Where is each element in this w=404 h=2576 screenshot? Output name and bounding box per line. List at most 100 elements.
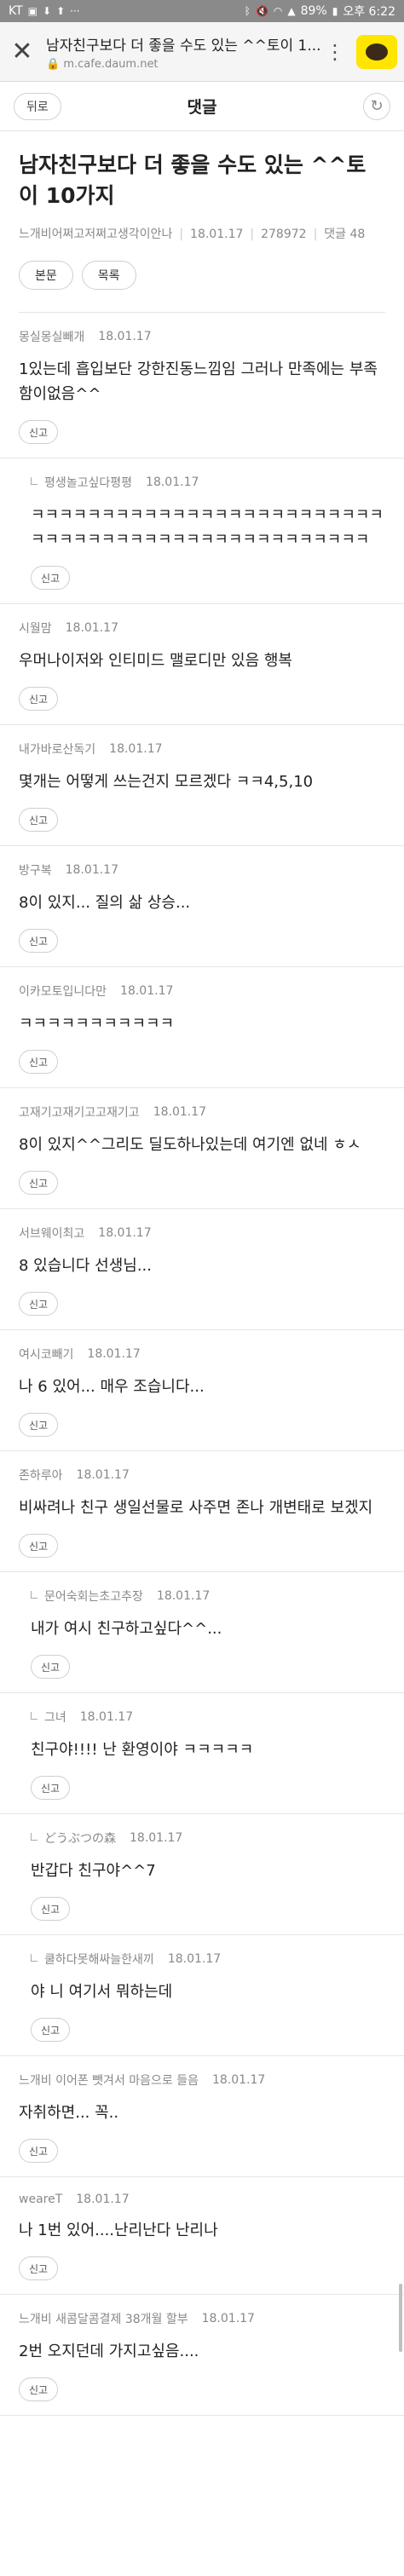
report-button[interactable]: 신고: [19, 2139, 58, 2163]
mute-icon: 🔇: [255, 5, 268, 17]
comment-date: 18.01.17: [146, 475, 199, 489]
carrier-label: KT: [9, 4, 23, 18]
comment-item: 이카모토입니다만 18.01.17 ㅋㅋㅋㅋㅋㅋㅋㅋㅋㅋㅋ 신고: [0, 967, 404, 1088]
comment-date: 18.01.17: [130, 1831, 183, 1845]
comment-date: 18.01.17: [65, 621, 118, 635]
report-button[interactable]: 신고: [19, 420, 58, 444]
signal-icon: ▲: [287, 5, 296, 17]
comment-meta: 이카모토입니다만 18.01.17: [19, 983, 385, 1000]
comment-item: 내가바로산독기 18.01.17 몇개는 어떻게 쓰는건지 모르겠다 ㅋㅋ4,5,1…: [0, 725, 404, 846]
report-button[interactable]: 신고: [19, 687, 58, 711]
comment-body: 8이 있지^^그리도 딜도하나있는데 여기엔 없네 ㅎㅅ: [19, 1136, 361, 1154]
post-meta: 느개비어쩌고저쩌고생각이안나 | 18.01.17 | 278972 | 댓글 48: [19, 228, 366, 241]
reply-arrow-icon: [31, 476, 38, 485]
report-button[interactable]: 신고: [19, 1292, 58, 1316]
comment-meta: 서브웨이최고 18.01.17: [19, 1225, 385, 1242]
browser-url-bar: ✕ 남자친구보다 더 좋을 수도 있는 ^^토이 1... 🔒 m.cafe.d…: [0, 22, 404, 82]
comment-body: 자취하면... 꼭..: [19, 2104, 119, 2122]
comment-author: 쿨하다못해싸늘한새끼: [44, 1953, 154, 1967]
comment-author: 평생놀고싶다평평: [44, 476, 133, 490]
reply-arrow-icon: [31, 1711, 38, 1720]
reply-comment: 그녀 18.01.17 친구야!!!! 난 환영이야 ㅋㅋㅋㅋㅋ 신고: [0, 1693, 404, 1814]
report-button[interactable]: 신고: [19, 2377, 58, 2401]
page-tab-title: 남자친구보다 더 좋을 수도 있는 ^^토이 1...: [46, 37, 321, 55]
comment-date: 18.01.17: [76, 2193, 130, 2206]
comment-date: 18.01.17: [212, 2073, 266, 2087]
url-field[interactable]: 남자친구보다 더 좋을 수도 있는 ^^토이 1... 🔒 m.cafe.dau…: [41, 33, 322, 71]
comment-meta: 존하루아 18.01.17: [19, 1467, 385, 1484]
comment-author: 내가바로산독기: [19, 743, 96, 757]
status-bar: KT ▣ ⬇ ⬆ ··· ᛒ 🔇 ◠ ▲ 89% ▮ 오후 6:22: [0, 0, 404, 22]
wifi-icon: ◠: [273, 5, 283, 17]
comment-author: 그녀: [44, 1711, 66, 1725]
comment-meta: 여시코빼기 18.01.17: [19, 1346, 385, 1363]
comment-date: 18.01.17: [120, 984, 174, 998]
list-button[interactable]: 목록: [81, 261, 136, 290]
reply-comment: どうぶつの森 18.01.17 반갑다 친구야^^7 신고: [0, 1814, 404, 1935]
report-button[interactable]: 신고: [19, 1050, 58, 1074]
comment-author: 여시코빼기: [19, 1348, 74, 1362]
post-views: 278972: [261, 228, 307, 241]
report-button[interactable]: 신고: [19, 1171, 58, 1195]
comment-meta: 고재기고재기고고재기고 18.01.17: [19, 1104, 385, 1121]
report-button[interactable]: 신고: [31, 566, 70, 590]
reply-arrow-icon: [31, 1590, 38, 1599]
comment-body: 8이 있지... 질의 삶 상승...: [19, 894, 191, 912]
bluetooth-icon: ᛒ: [244, 5, 251, 17]
close-icon[interactable]: ✕: [3, 33, 41, 71]
comment-date: 18.01.17: [109, 742, 163, 756]
comment-date: 18.01.17: [87, 1347, 141, 1361]
report-button[interactable]: 신고: [31, 1776, 70, 1800]
comment-list: 몽실몽실빼개 18.01.17 1있는데 흡입보단 강한진동느낌임 그러나 만족에는…: [0, 313, 404, 2416]
comment-meta: 느개비 새콤달콤결제 38개월 할부 18.01.17: [19, 2310, 385, 2327]
download-icon: ⬇: [43, 5, 52, 17]
post-date: 18.01.17: [190, 228, 244, 241]
battery-level: 89%: [300, 4, 327, 18]
kebab-icon[interactable]: ⋮: [322, 40, 348, 64]
reply-comment: 평생놀고싶다평평 18.01.17 ㅋㅋㅋㅋㅋㅋㅋㅋㅋㅋㅋㅋㅋㅋㅋㅋㅋㅋㅋㅋㅋㅋㅋㅋ…: [0, 458, 404, 604]
comment-body: 친구야!!!! 난 환영이야 ㅋㅋㅋㅋㅋ: [31, 1741, 254, 1759]
comment-item: 여시코빼기 18.01.17 나 6 있어... 매우 조습니다... 신고: [0, 1330, 404, 1451]
comment-author: 문어숙회는초고추장: [44, 1590, 143, 1604]
comment-date: 18.01.17: [98, 330, 152, 343]
comment-meta: 몽실몽실빼개 18.01.17: [19, 328, 385, 345]
report-button[interactable]: 신고: [19, 1413, 58, 1437]
comment-body: 나 6 있어... 매우 조습니다...: [19, 1378, 205, 1396]
comment-meta: 쿨하다못해싸늘한새끼 18.01.17: [31, 1951, 385, 1968]
view-body-button[interactable]: 본문: [19, 261, 73, 290]
comment-body: 비싸려나 친구 생일선물로 사주면 존나 개변태로 보겠지: [19, 1499, 373, 1517]
comment-item: 몽실몽실빼개 18.01.17 1있는데 흡입보단 강한진동느낌임 그러나 만족에는…: [0, 313, 404, 458]
kakaotalk-icon[interactable]: [356, 34, 397, 69]
comment-author: 방구복: [19, 864, 52, 878]
more-notifications-icon: ···: [70, 5, 80, 17]
comment-author: 이카모토입니다만: [19, 985, 107, 999]
reply-arrow-icon: [31, 1953, 38, 1962]
reply-comment: 쿨하다못해싸늘한새끼 18.01.17 야 니 여기서 뭐하는데 신고: [0, 1935, 404, 2056]
upload-icon: ⬆: [56, 5, 66, 17]
comment-meta: 느개비 이어폰 뺏겨서 마음으로 들음 18.01.17: [19, 2072, 385, 2089]
report-button[interactable]: 신고: [19, 929, 58, 953]
report-button[interactable]: 신고: [19, 1534, 58, 1558]
comment-author: 느개비 새콤달콤결제 38개월 할부: [19, 2313, 188, 2326]
comment-date: 18.01.17: [201, 2312, 255, 2325]
post-title: 남자친구보다 더 좋을 수도 있는 ^^토이 10가지: [19, 153, 366, 208]
comment-body: 2번 오지던데 가지고싶음....: [19, 2343, 199, 2360]
comment-body: 8 있습니다 선생님...: [19, 1257, 152, 1275]
comment-meta: 내가바로산독기 18.01.17: [19, 741, 385, 758]
reply-comment: 문어숙회는초고추장 18.01.17 내가 여시 친구하고싶다^^... 신고: [0, 1572, 404, 1693]
comment-date: 18.01.17: [153, 1105, 207, 1119]
comments-nav-bar: 뒤로 댓글 ↻: [0, 82, 404, 131]
report-button[interactable]: 신고: [19, 2256, 58, 2280]
scrollbar-thumb[interactable]: [399, 2284, 402, 2352]
comment-item: 서브웨이최고 18.01.17 8 있습니다 선생님... 신고: [0, 1209, 404, 1330]
back-button[interactable]: 뒤로: [14, 92, 61, 120]
comment-item: 시월맘 18.01.17 우머나이저와 인티미드 맬로디만 있음 행복 신고: [0, 604, 404, 725]
report-button[interactable]: 신고: [19, 808, 58, 832]
comment-item: 느개비 새콤달콤결제 38개월 할부 18.01.17 2번 오지던데 가지고싶음.…: [0, 2295, 404, 2416]
comment-item: weareT 18.01.17 나 1번 있어....난리난다 난리나 신고: [0, 2177, 404, 2295]
comment-date: 18.01.17: [98, 1226, 152, 1240]
report-button[interactable]: 신고: [31, 1897, 70, 1921]
report-button[interactable]: 신고: [31, 1655, 70, 1679]
report-button[interactable]: 신고: [31, 2018, 70, 2042]
refresh-icon[interactable]: ↻: [363, 92, 390, 120]
